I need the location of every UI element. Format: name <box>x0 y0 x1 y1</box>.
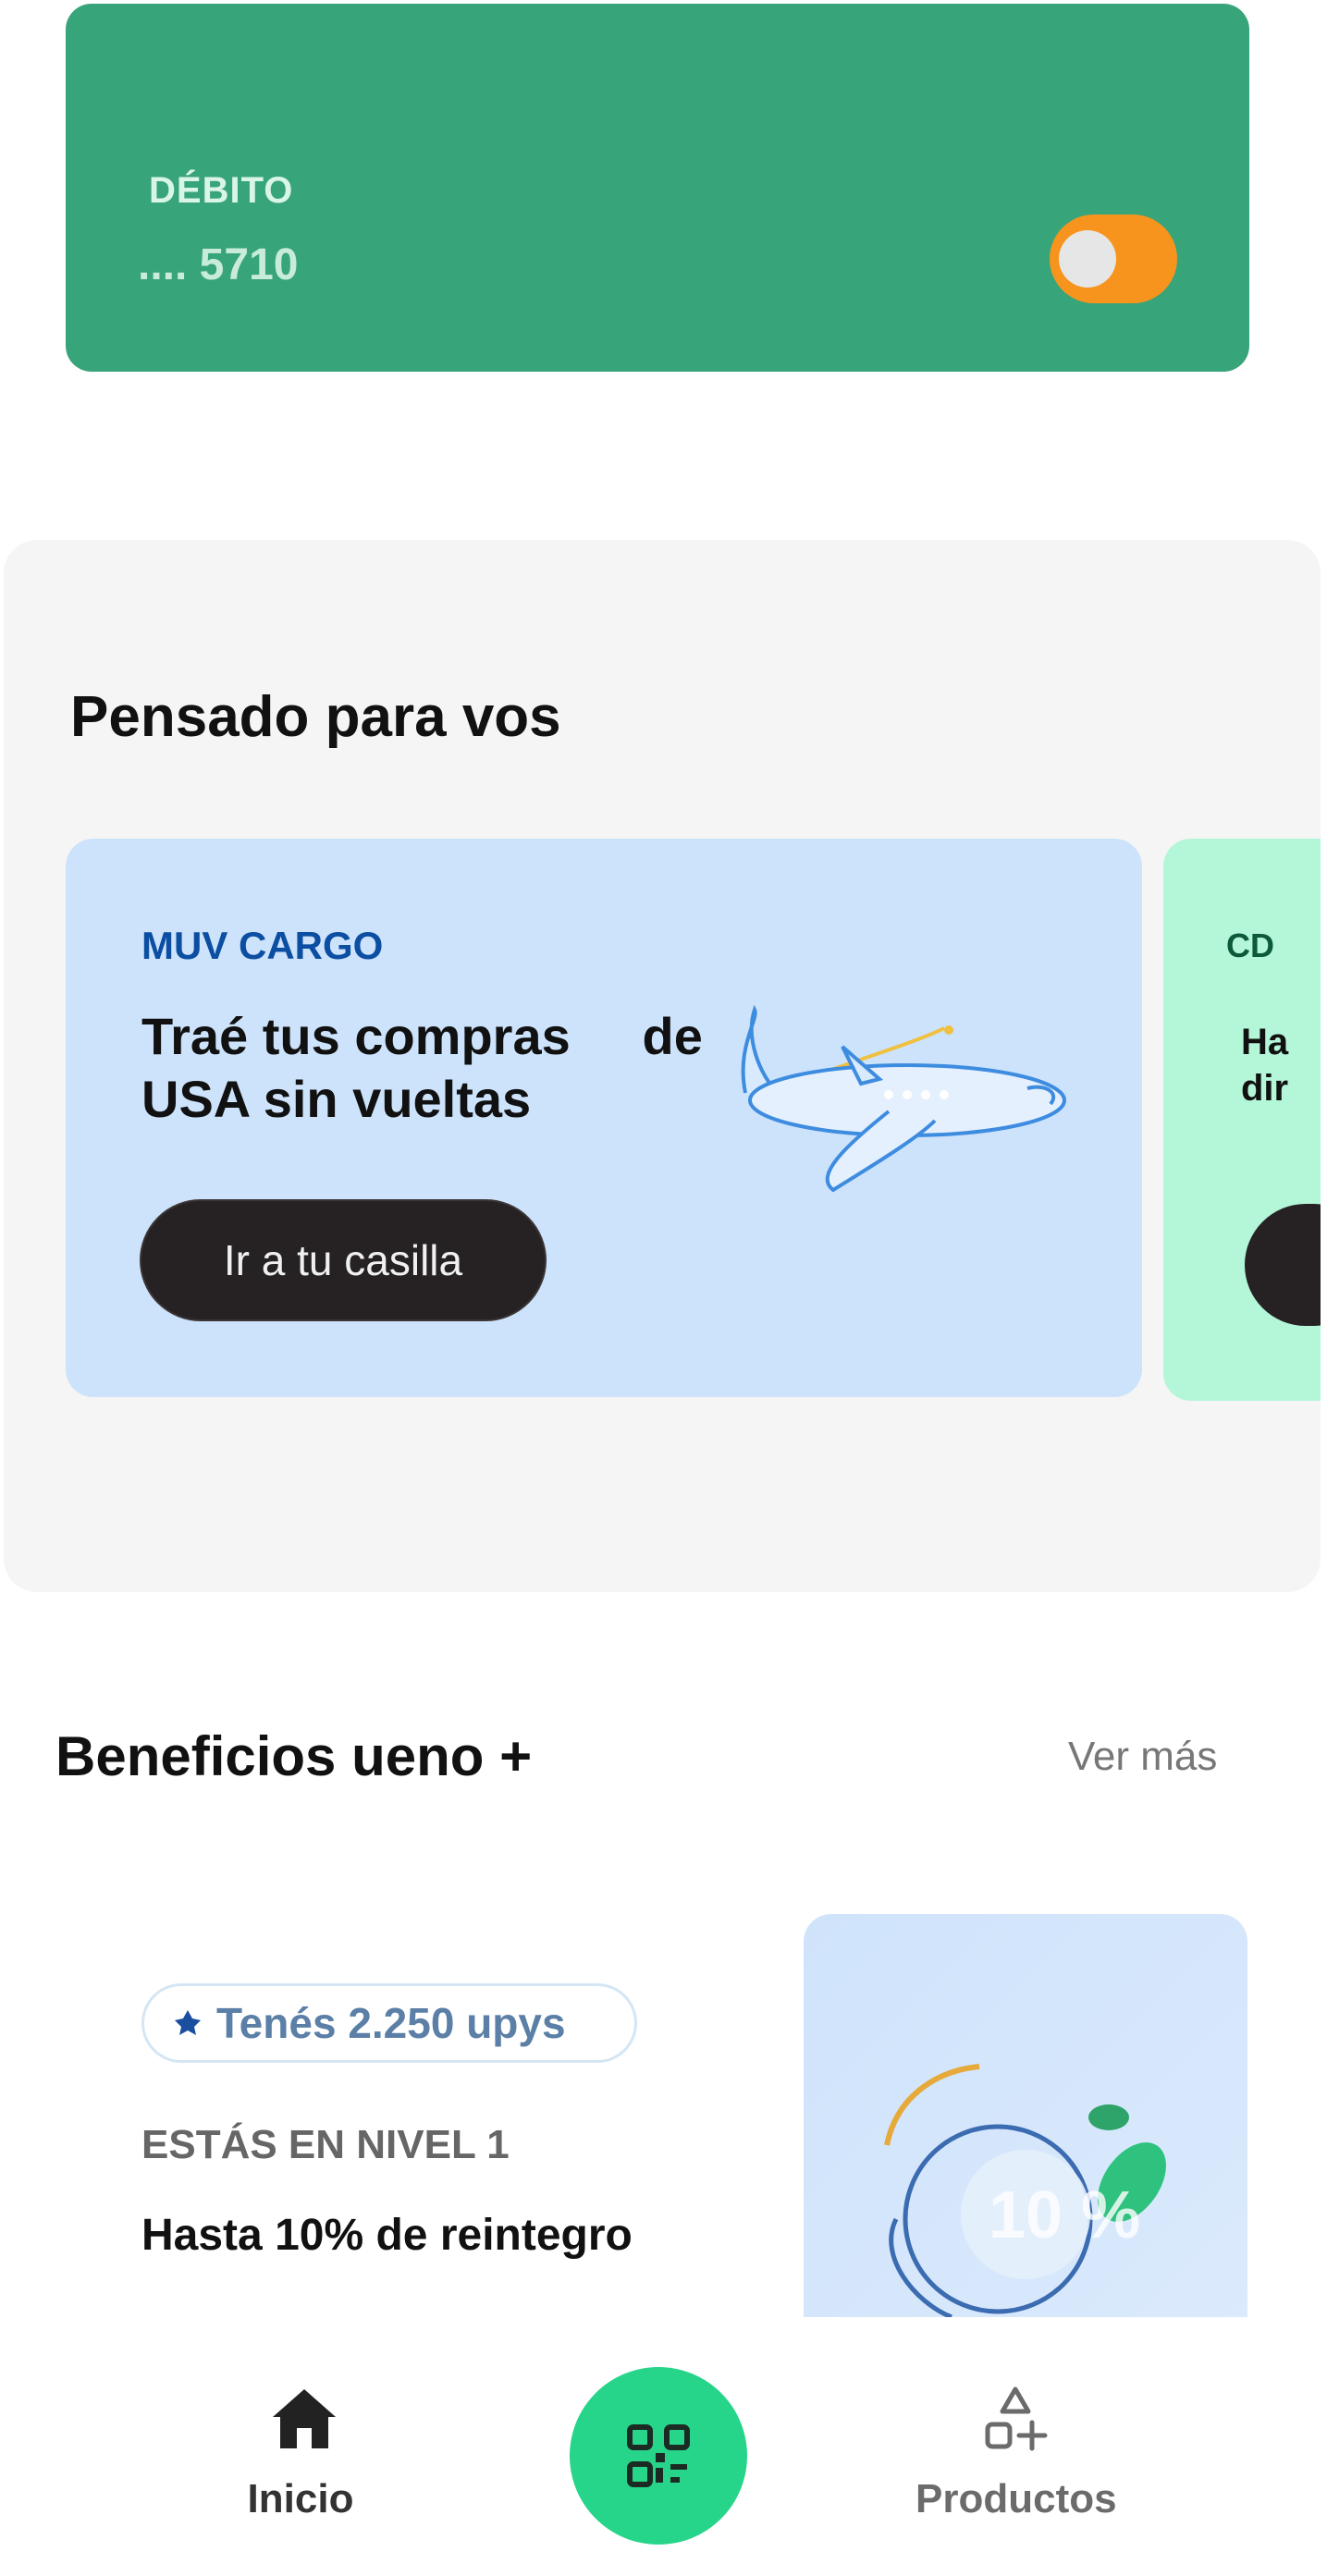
promo-headline: Traé tus compras de USA sin vueltas <box>141 1007 718 1128</box>
toggle-knob <box>1059 230 1116 288</box>
qr-scan-icon <box>627 2424 690 2487</box>
promo-headline: Ha dir <box>1241 1022 1289 1109</box>
card-toggle[interactable] <box>1050 215 1177 303</box>
upys-badge: Tenés 2.250 upys <box>141 1983 637 2063</box>
promo-button[interactable] <box>1245 1204 1321 1326</box>
debit-card[interactable]: DÉBITO .... 5710 <box>66 4 1249 372</box>
percent-illustration: 10 % <box>884 2064 1166 2317</box>
products-icon <box>985 2386 1048 2451</box>
benefits-title: Beneficios ueno + <box>55 1725 533 1787</box>
home-icon <box>273 2389 336 2448</box>
go-to-mailbox-button[interactable]: Ir a tu casilla <box>140 1199 547 1321</box>
promo-tag: MUV CARGO <box>141 924 384 967</box>
reintegro-text: Hasta 10% de reintegro <box>141 2211 633 2260</box>
nav-products-label: Productos <box>915 2476 1117 2521</box>
nav-home-label: Inicio <box>247 2476 354 2521</box>
card-type-label: DÉBITO <box>149 170 294 211</box>
see-more-link[interactable]: Ver más <box>1068 1734 1217 1780</box>
qr-scan-button[interactable] <box>570 2367 747 2545</box>
promo-card-muv-cargo[interactable]: MUV CARGO Traé tus compras de USA sin vu… <box>66 839 1142 1397</box>
airplane-illustration <box>741 1004 1066 1193</box>
nav-home[interactable]: Inicio <box>236 2384 365 2541</box>
upys-icon <box>175 2010 201 2035</box>
svg-text:10 %: 10 % <box>989 2178 1140 2252</box>
section-title: Pensado para vos <box>70 685 561 749</box>
card-number: .... 5710 <box>138 240 299 289</box>
nav-products[interactable]: Productos <box>915 2384 1117 2541</box>
promo-card-cd[interactable]: CD Ha dir <box>1163 839 1321 1401</box>
benefits-illustration: 10 % <box>804 1914 1247 2317</box>
level-label: ESTÁS EN NIVEL 1 <box>141 2122 510 2167</box>
promo-tag: CD <box>1226 926 1274 964</box>
upys-text: Tenés 2.250 upys <box>216 1999 566 2047</box>
